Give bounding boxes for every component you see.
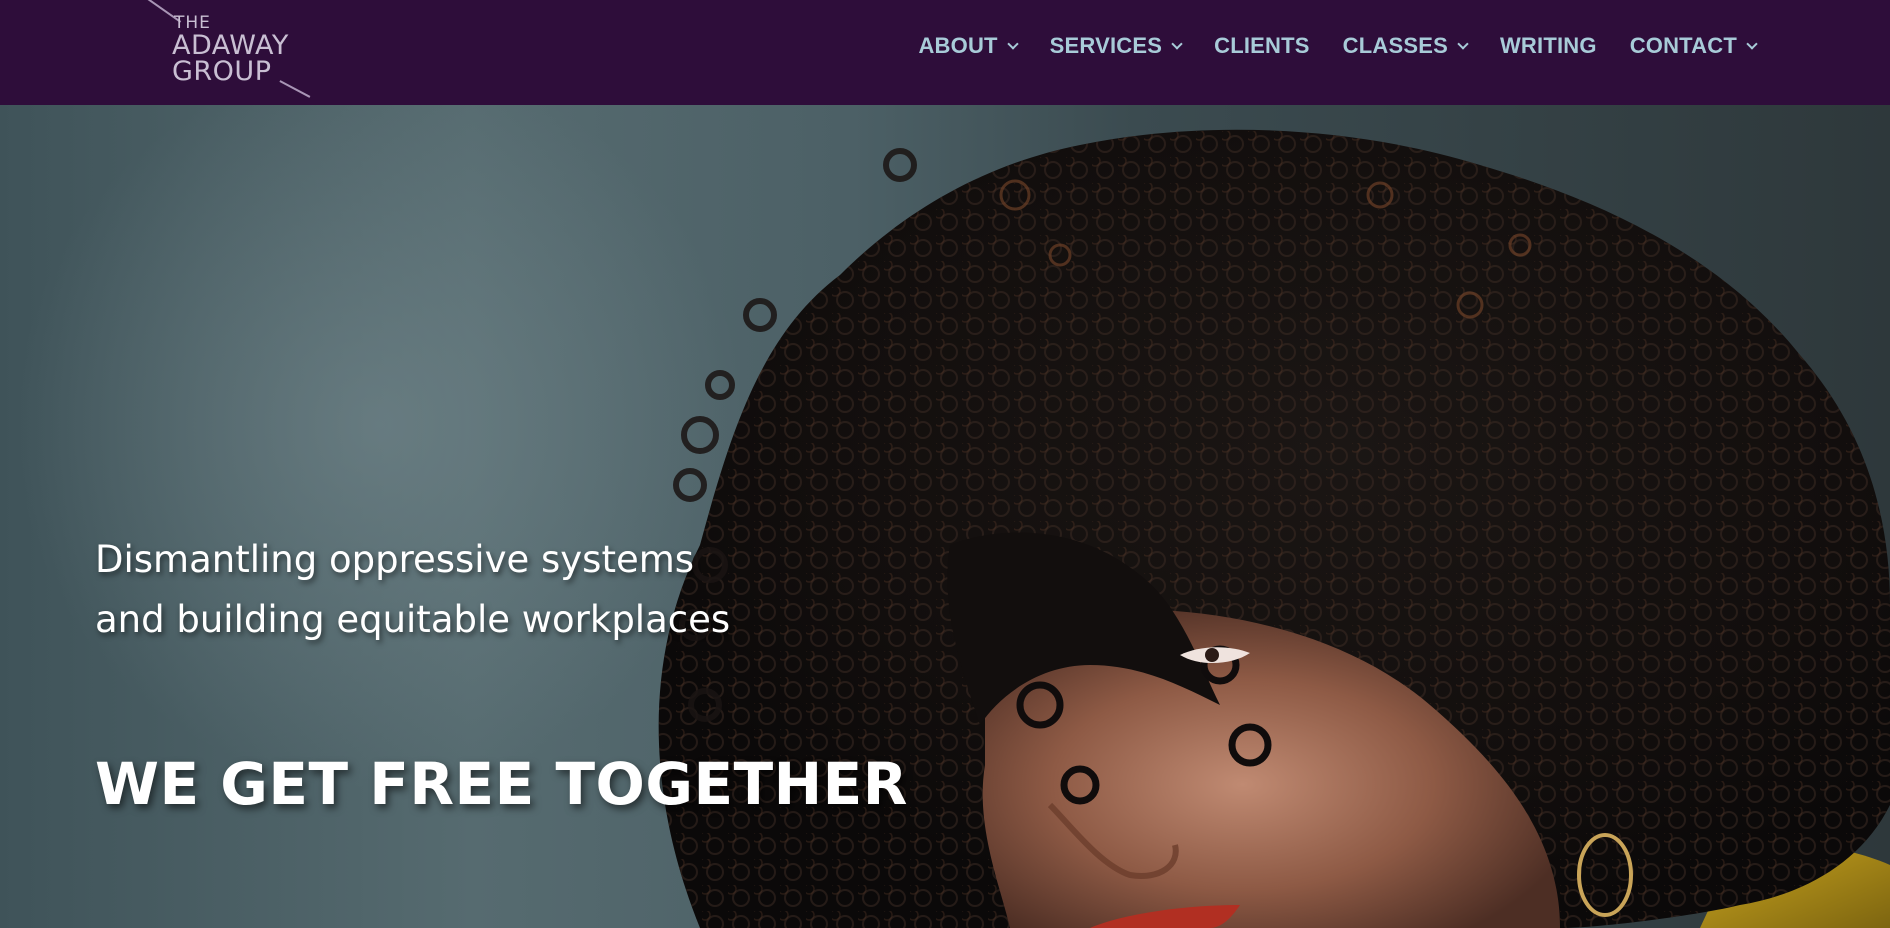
nav-item-label: CONTACT (1629, 33, 1737, 58)
nav-item-label: CLIENTS (1214, 33, 1310, 58)
nav-item-label: ABOUT (918, 33, 998, 58)
nav-item-classes[interactable]: CLASSES (1342, 33, 1469, 59)
hero-tagline-line-1: Dismantling oppressive systems (95, 538, 695, 581)
chevron-down-icon (1171, 38, 1183, 50)
nav-item-services[interactable]: SERVICES (1049, 33, 1183, 59)
site-logo[interactable]: THE ADAWAY GROUP (140, 0, 330, 100)
logo-slash-bottom (279, 80, 311, 98)
main-nav: ABOUT SERVICES CLIENTS CLASSES WRITING C… (918, 30, 1758, 62)
hero-section: Dismantling oppressive systems and build… (0, 105, 1890, 928)
nav-item-label: WRITING (1499, 33, 1597, 58)
site-header: THE ADAWAY GROUP ABOUT SERVICES CLIENTS … (0, 0, 1890, 105)
nav-item-about[interactable]: ABOUT (918, 33, 1019, 59)
nav-item-label: SERVICES (1049, 33, 1163, 58)
chevron-down-icon (1746, 38, 1758, 50)
chevron-down-icon (1457, 38, 1469, 50)
nav-item-label: CLASSES (1342, 33, 1448, 58)
hero-headline: WE GET FREE TOGETHER (95, 750, 908, 818)
chevron-down-icon (1007, 38, 1019, 50)
nav-item-clients[interactable]: CLIENTS (1214, 33, 1310, 59)
hero-tagline: Dismantling oppressive systems and build… (95, 530, 730, 650)
hero-tagline-line-2: and building equitable workplaces (95, 598, 731, 641)
logo-line-group: GROUP (172, 56, 272, 87)
nav-item-contact[interactable]: CONTACT (1629, 33, 1758, 59)
nav-item-writing[interactable]: WRITING (1500, 33, 1597, 59)
